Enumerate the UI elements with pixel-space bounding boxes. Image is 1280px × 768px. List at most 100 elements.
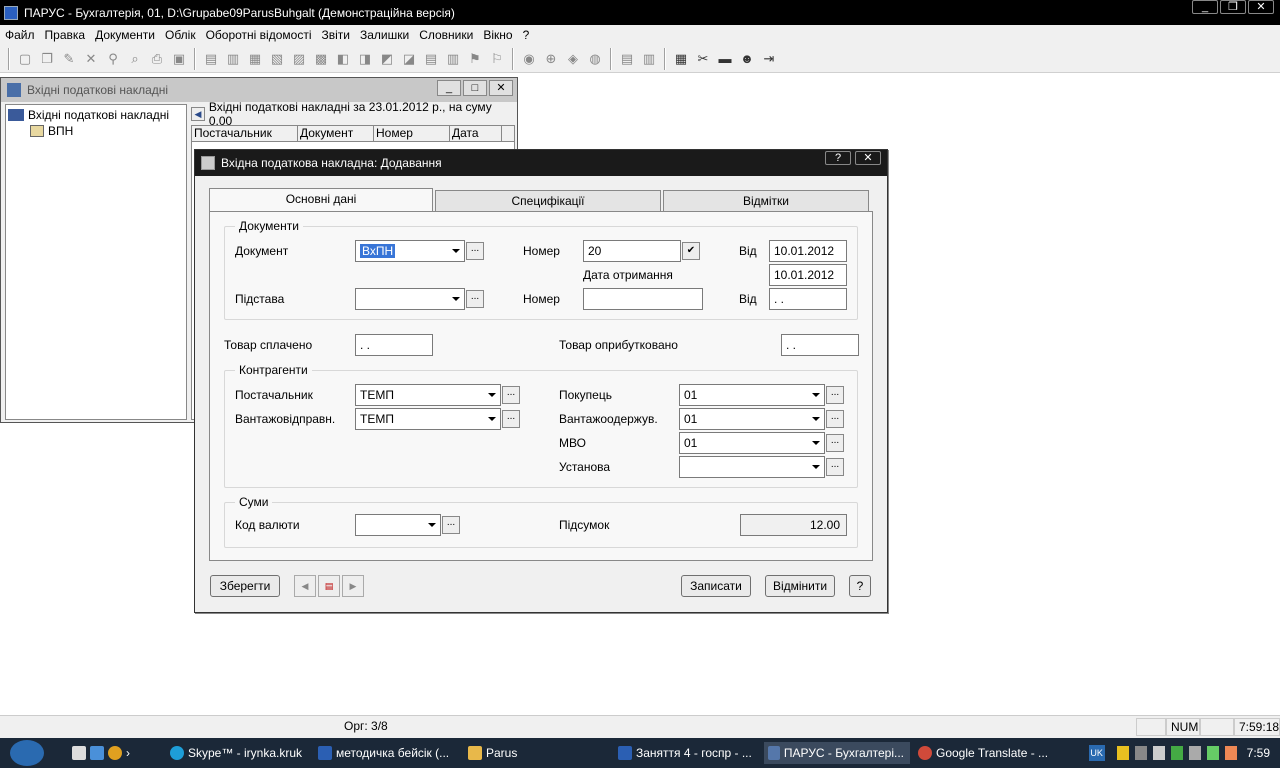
buyer-combo[interactable]: 01: [679, 384, 825, 406]
tab-specifications[interactable]: Специфікації: [435, 190, 661, 212]
tool-icon[interactable]: ◪: [400, 50, 418, 68]
document-combo[interactable]: ВхПН: [355, 240, 465, 262]
menu-help[interactable]: ?: [518, 28, 535, 42]
keyboard-icon[interactable]: [1152, 746, 1165, 760]
tool-icon[interactable]: ◩: [378, 50, 396, 68]
tool-icon[interactable]: ◧: [334, 50, 352, 68]
write-button[interactable]: Записати: [681, 575, 751, 597]
tree-item-root[interactable]: Вхідні податкові накладні: [8, 107, 184, 123]
next-record-button[interactable]: ▶: [342, 575, 364, 597]
copy-doc-icon[interactable]: ❐: [38, 50, 56, 68]
menu-accounting[interactable]: Облік: [160, 28, 201, 42]
mvo-combo[interactable]: 01: [679, 432, 825, 454]
signal-icon[interactable]: [1206, 746, 1219, 760]
currency-browse-button[interactable]: ...: [442, 516, 460, 534]
menu-turnover[interactable]: Оборотні відомості: [201, 28, 317, 42]
number-input[interactable]: 20: [583, 240, 681, 262]
edit-doc-icon[interactable]: ✎: [60, 50, 78, 68]
tool-icon[interactable]: ▥: [224, 50, 242, 68]
battery-icon[interactable]: [1224, 746, 1237, 760]
taskbar-item-word2[interactable]: Заняття 4 - госпр - ...: [618, 742, 758, 764]
tool-icon[interactable]: ⊕: [542, 50, 560, 68]
clock[interactable]: 7:59: [1247, 746, 1270, 760]
shipper-browse-button[interactable]: ...: [502, 410, 520, 428]
paid-date-input[interactable]: . .: [355, 334, 433, 356]
chrome-icon[interactable]: [108, 746, 122, 760]
print-icon[interactable]: ⎙: [148, 50, 166, 68]
child-minimize-button[interactable]: _: [437, 80, 461, 96]
taskbar-item-folder[interactable]: Parus: [468, 742, 608, 764]
tools-icon[interactable]: ✂: [694, 50, 712, 68]
posted-date-input[interactable]: . .: [781, 334, 859, 356]
network-icon[interactable]: [1134, 746, 1147, 760]
taskbar-item-chrome[interactable]: Google Translate - ...: [918, 742, 1058, 764]
institution-combo[interactable]: [679, 456, 825, 478]
tool-icon[interactable]: ▤: [618, 50, 636, 68]
tool-icon[interactable]: ▤: [422, 50, 440, 68]
menu-reports[interactable]: Звіти: [316, 28, 355, 42]
received-date-input[interactable]: 10.01.2012: [769, 264, 847, 286]
tab-marks[interactable]: Відмітки: [663, 190, 869, 212]
tool-icon[interactable]: ⚑: [466, 50, 484, 68]
quicklaunch-icon[interactable]: [90, 746, 104, 760]
cancel-button[interactable]: Відмінити: [765, 575, 835, 597]
child-close-button[interactable]: ✕: [489, 80, 513, 96]
prev-record-button[interactable]: ◀: [294, 575, 316, 597]
from-date-input[interactable]: 10.01.2012: [769, 240, 847, 262]
mvo-browse-button[interactable]: ...: [826, 434, 844, 452]
minimize-button[interactable]: _: [1192, 0, 1218, 14]
tab-main[interactable]: Основні дані: [209, 188, 433, 212]
collapse-icon[interactable]: ◀: [191, 107, 205, 121]
find-icon[interactable]: ⌕: [126, 50, 144, 68]
basis-from-date-input[interactable]: . .: [769, 288, 847, 310]
dialog-help-button[interactable]: ?: [825, 151, 851, 165]
currency-combo[interactable]: [355, 514, 441, 536]
taskbar-item-skype[interactable]: Skype™ - irynka.kruk: [170, 742, 310, 764]
document-browse-button[interactable]: ...: [466, 242, 484, 260]
tree-item-vpn[interactable]: ВПН: [8, 123, 184, 139]
column-document[interactable]: Документ: [298, 126, 374, 141]
institution-browse-button[interactable]: ...: [826, 458, 844, 476]
supplier-combo[interactable]: ТЕМП: [355, 384, 501, 406]
tool-icon[interactable]: ▤: [202, 50, 220, 68]
start-button[interactable]: [10, 740, 44, 766]
menu-window[interactable]: Вікно: [478, 28, 517, 42]
tool-icon[interactable]: ▩: [312, 50, 330, 68]
supplier-browse-button[interactable]: ...: [502, 386, 520, 404]
menu-balances[interactable]: Залишки: [355, 28, 414, 42]
app-tray-icon[interactable]: [1170, 746, 1183, 760]
dialog-close-button[interactable]: ✕: [855, 151, 881, 165]
basis-browse-button[interactable]: ...: [466, 290, 484, 308]
menu-edit[interactable]: Правка: [40, 28, 91, 42]
user-icon[interactable]: ☻: [738, 50, 756, 68]
document-icon[interactable]: ▤: [318, 575, 340, 597]
quicklaunch-more-icon[interactable]: ›: [126, 742, 130, 764]
help-button[interactable]: ?: [849, 575, 871, 597]
shield-icon[interactable]: [1116, 746, 1129, 760]
tool-icon[interactable]: ▥: [444, 50, 462, 68]
restore-button[interactable]: ❐: [1220, 0, 1246, 14]
child-maximize-button[interactable]: □: [463, 80, 487, 96]
tool-icon[interactable]: ◍: [586, 50, 604, 68]
basis-combo[interactable]: [355, 288, 465, 310]
column-date[interactable]: Дата: [450, 126, 502, 141]
menu-documents[interactable]: Документи: [90, 28, 160, 42]
box-icon[interactable]: ▣: [170, 50, 188, 68]
consignee-combo[interactable]: 01: [679, 408, 825, 430]
tool-icon[interactable]: ▥: [640, 50, 658, 68]
tool-icon[interactable]: ◨: [356, 50, 374, 68]
buyer-browse-button[interactable]: ...: [826, 386, 844, 404]
folder-icon[interactable]: ▬: [716, 50, 734, 68]
column-number[interactable]: Номер: [374, 126, 450, 141]
taskbar-item-word1[interactable]: методичка бейсік (...: [318, 742, 458, 764]
speaker-icon[interactable]: [1188, 746, 1201, 760]
calculator-icon[interactable]: ▦: [672, 50, 690, 68]
save-button[interactable]: Зберегти: [210, 575, 280, 597]
exit-icon[interactable]: ⇥: [760, 50, 778, 68]
menu-file[interactable]: Файл: [0, 28, 40, 42]
delete-icon[interactable]: ✕: [82, 50, 100, 68]
language-indicator[interactable]: UK: [1088, 745, 1105, 761]
tool-icon[interactable]: ▨: [290, 50, 308, 68]
menu-dictionaries[interactable]: Словники: [414, 28, 478, 42]
tool-icon[interactable]: ▧: [268, 50, 286, 68]
